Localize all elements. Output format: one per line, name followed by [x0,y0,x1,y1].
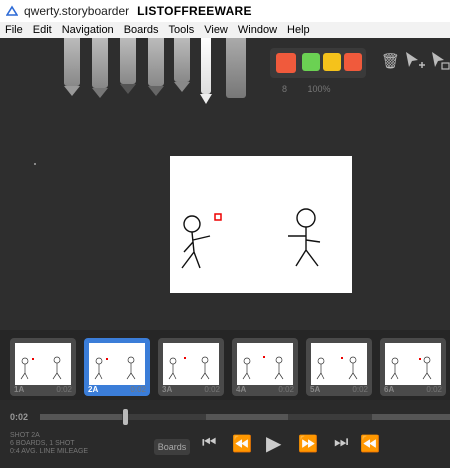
board-thumbnail[interactable]: 6A 0:02 [380,338,446,396]
thumbnail-label: 6A [384,385,395,394]
color-swatch-green[interactable] [302,53,320,71]
app-title: qwerty.storyboarder [24,4,130,18]
fast-forward-icon[interactable]: ⏩ [298,434,318,454]
thumbnail-image [237,343,293,385]
thumbnail-image [163,343,219,385]
menu-view[interactable]: View [199,24,233,36]
play-icon[interactable]: ▶ [266,431,281,456]
thumbnail-duration: 0:02 [278,385,294,394]
brush-size-value[interactable]: 8 [282,84,287,94]
color-swatch-red[interactable] [344,53,362,71]
color-swatches [270,48,366,78]
thumbnail-image [89,343,145,385]
thumbnail-duration: 0:02 [426,385,442,394]
current-time: 0:02 [10,412,29,422]
thumbnail-image [311,343,367,385]
menu-edit[interactable]: Edit [28,24,57,36]
menu-navigation[interactable]: Navigation [57,24,119,36]
line-mileage: 0:4 AVG. LINE MILEAGE [10,448,89,455]
sketch-figures [181,208,321,269]
playhead[interactable] [123,409,128,425]
thumbnail-label: 2A [88,385,99,394]
board-thumbnail[interactable]: 5A 0:02 [306,338,372,396]
timeline-track[interactable] [40,414,450,420]
skip-to-end-icon[interactable]: ⏭ [334,434,348,452]
drawing-canvas[interactable] [170,156,352,293]
board-thumbnail[interactable]: 4A 0:02 [232,338,298,396]
board-thumbnail[interactable]: 1A 0:02 [10,338,76,396]
pencil-selected-tool[interactable] [198,38,214,104]
light-pencil-tool[interactable] [64,38,80,96]
color-swatch-yellow[interactable] [323,53,341,71]
brush-settings: 8 100% [282,84,349,94]
move-icon[interactable] [404,50,426,72]
trash-icon[interactable]: 🗑 [381,52,400,70]
rewind-icon[interactable]: ⏪ [232,434,252,454]
board-count: 6 BOARDS, 1 SHOT [10,440,75,447]
thumbnail-duration: 0:02 [352,385,368,394]
app-icon [6,5,18,16]
menu-bar: File Edit Navigation Boards Tools View W… [0,22,450,38]
shot-label: SHOT 2A [10,432,40,439]
menu-file[interactable]: File [0,24,28,36]
pencil-tool[interactable] [92,38,108,98]
previous-board-icon[interactable]: ⏪ [360,434,380,454]
menu-boards[interactable]: Boards [119,24,164,36]
pen-tool[interactable] [120,38,136,94]
opacity-value[interactable]: 100% [308,84,331,94]
menu-help[interactable]: Help [282,24,315,36]
thumbnail-duration: 0:02 [130,385,146,394]
eraser-tool[interactable] [226,38,246,98]
brush-tool[interactable] [148,38,164,96]
menu-window[interactable]: Window [233,24,282,36]
thumbnail-label: 3A [162,385,173,394]
shot-info: SHOT 2A 6 BOARDS, 1 SHOT 0:4 AVG. LINE M… [10,432,88,456]
timeline-segment[interactable] [40,414,122,420]
thumbnail-label: 4A [236,385,247,394]
thumbnail-duration: 0:02 [204,385,220,394]
timeline-segment[interactable] [206,414,288,420]
thumbnail-image [385,343,441,385]
thumbnail-label: 5A [310,385,321,394]
timeline-segment[interactable] [372,414,450,420]
tool-palette [60,38,260,108]
watermark-title: LISTOFFREEWARE [137,4,252,18]
menu-tools[interactable]: Tools [164,24,200,36]
transform-icon[interactable] [430,50,450,72]
thumbnail-label: 1A [14,385,25,394]
board-thumbnail-selected[interactable]: 2A 0:02 [84,338,150,396]
note-pen-tool[interactable] [174,38,190,92]
guide-mark [34,163,36,165]
title-bar: qwerty.storyboarder LISTOFFREEWARE [0,0,450,22]
thumbnail-duration: 0:02 [56,385,72,394]
thumbnail-image [15,343,71,385]
primary-color-swatch[interactable] [276,53,296,73]
boards-button[interactable]: Boards [154,439,190,455]
board-thumbnail[interactable]: 3A 0:02 [158,338,224,396]
skip-to-start-icon[interactable]: ⏮ [202,434,216,452]
